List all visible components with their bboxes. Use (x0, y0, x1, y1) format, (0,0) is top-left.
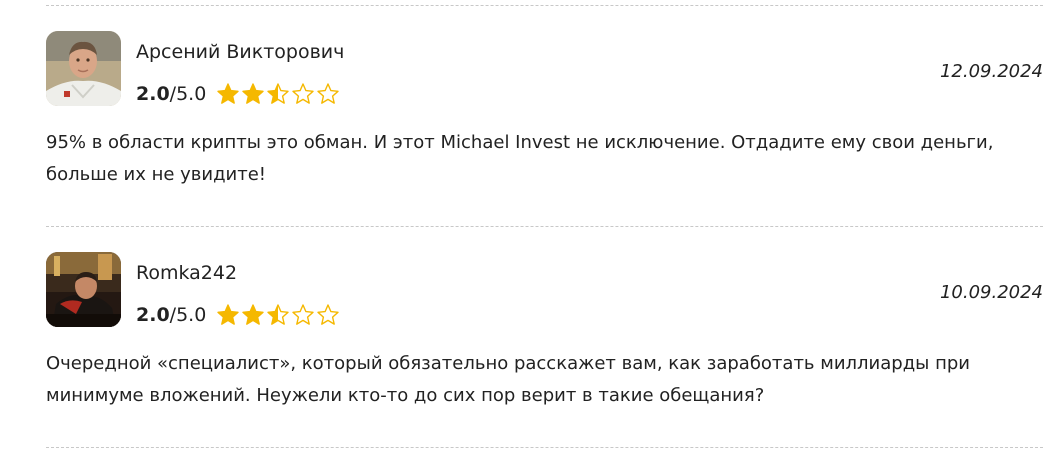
rating-stars (216, 303, 340, 327)
star-full-icon (216, 82, 240, 106)
review-text: 95% в области крипты это обман. И этот M… (46, 132, 994, 185)
review-text: Очередной «специалист», который обязател… (46, 353, 970, 406)
review-author: Romka242 (136, 262, 238, 284)
star-full-icon (241, 303, 265, 327)
star-half-icon (266, 82, 290, 106)
rating-score: 2.0 (136, 304, 170, 326)
review-date: 10.09.2024 (939, 282, 1043, 303)
rating-stars (216, 82, 340, 106)
star-empty-icon (316, 303, 340, 327)
review-author: Арсений Викторович (136, 41, 345, 63)
star-empty-icon (291, 303, 315, 327)
rating-scale: /5.0 (169, 304, 207, 326)
star-empty-icon (291, 82, 315, 106)
rating: 2.0 /5.0 (136, 301, 340, 329)
avatar[interactable] (46, 252, 121, 327)
review-divider (46, 5, 1043, 6)
star-full-icon (241, 82, 265, 106)
rating-scale: /5.0 (169, 83, 207, 105)
review-divider (46, 447, 1043, 448)
star-half-icon (266, 303, 290, 327)
review-date: 12.09.2024 (939, 61, 1043, 82)
star-empty-icon (316, 82, 340, 106)
review-divider (46, 226, 1043, 227)
avatar[interactable] (46, 31, 121, 106)
star-full-icon (216, 303, 240, 327)
rating: 2.0 /5.0 (136, 80, 340, 108)
rating-score: 2.0 (136, 83, 170, 105)
